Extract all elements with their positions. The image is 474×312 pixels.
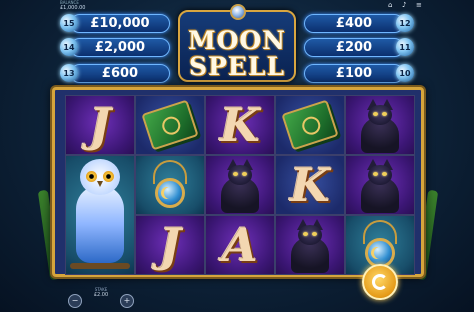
amulet-icon <box>147 160 193 210</box>
logo-title-line2: SPELL <box>188 52 286 81</box>
logo-title-line1: MOON <box>187 26 287 55</box>
symbol-cat <box>345 95 415 155</box>
symbol-spellbook <box>275 95 345 155</box>
jackpot-orb-15: 15 <box>60 14 78 32</box>
owl-icon <box>70 156 130 274</box>
jackpot-14: £2,000 <box>70 38 170 57</box>
symbol-cat <box>345 155 415 215</box>
symbol-a: A <box>205 215 275 275</box>
symbol-amulet <box>135 155 205 215</box>
black-cat-icon <box>355 99 405 153</box>
jackpot-15: £10,000 <box>70 14 170 33</box>
game-logo: MOON SPELL <box>178 4 296 82</box>
stake-increase-button[interactable]: + <box>120 294 134 308</box>
jackpot-13: £600 <box>70 64 170 83</box>
jackpot-10: £100 <box>304 64 404 83</box>
spin-icon <box>372 274 388 290</box>
symbol-k: K <box>275 155 345 215</box>
jackpot-orb-10: 10 <box>396 64 414 82</box>
spin-button[interactable] <box>362 264 398 300</box>
amulet-icon <box>357 220 403 270</box>
jackpot-orb-14: 14 <box>60 38 78 56</box>
jackpot-orb-12: 12 <box>396 14 414 32</box>
symbol-spellbook <box>135 95 205 155</box>
black-cat-icon <box>355 159 405 213</box>
spellbook-icon <box>281 99 339 151</box>
jackpot-value: £200 <box>335 40 373 55</box>
jackpot-12: £400 <box>304 14 404 33</box>
stake-display[interactable]: STAKE £2.00 <box>86 287 116 305</box>
jackpot-value: £600 <box>101 66 139 81</box>
symbol-owl <box>65 155 135 275</box>
reel-frame: J K K J A <box>52 87 424 277</box>
symbol-cat <box>205 155 275 215</box>
spellbook-icon <box>141 99 199 151</box>
jackpot-orb-13: 13 <box>60 64 78 82</box>
symbol-k: K <box>205 95 275 155</box>
jackpot-11: £200 <box>304 38 404 57</box>
symbol-cat <box>275 215 345 275</box>
home-icon[interactable]: ⌂ <box>388 1 392 9</box>
jackpot-value: £10,000 <box>90 16 150 31</box>
black-cat-icon <box>285 219 335 273</box>
stake-value: £2.00 <box>93 292 109 298</box>
reel-grid: J K K J A <box>65 95 415 275</box>
jackpot-value: £100 <box>335 66 373 81</box>
jackpot-value: £400 <box>335 16 373 31</box>
symbol-j: J <box>65 95 135 155</box>
jackpot-orb-11: 11 <box>396 38 414 56</box>
stake-decrease-button[interactable]: − <box>68 294 82 308</box>
symbol-j: J <box>135 215 205 275</box>
speaker-icon[interactable]: ♪ <box>402 1 406 9</box>
black-cat-icon <box>215 159 265 213</box>
menu-icon[interactable]: ≡ <box>416 1 422 9</box>
balance-display: BALANCE £1,000.00 <box>60 1 86 12</box>
jackpot-value: £2,000 <box>94 40 146 55</box>
balance-value: £1,000.00 <box>60 5 86 11</box>
moon-gem-icon <box>230 4 246 20</box>
